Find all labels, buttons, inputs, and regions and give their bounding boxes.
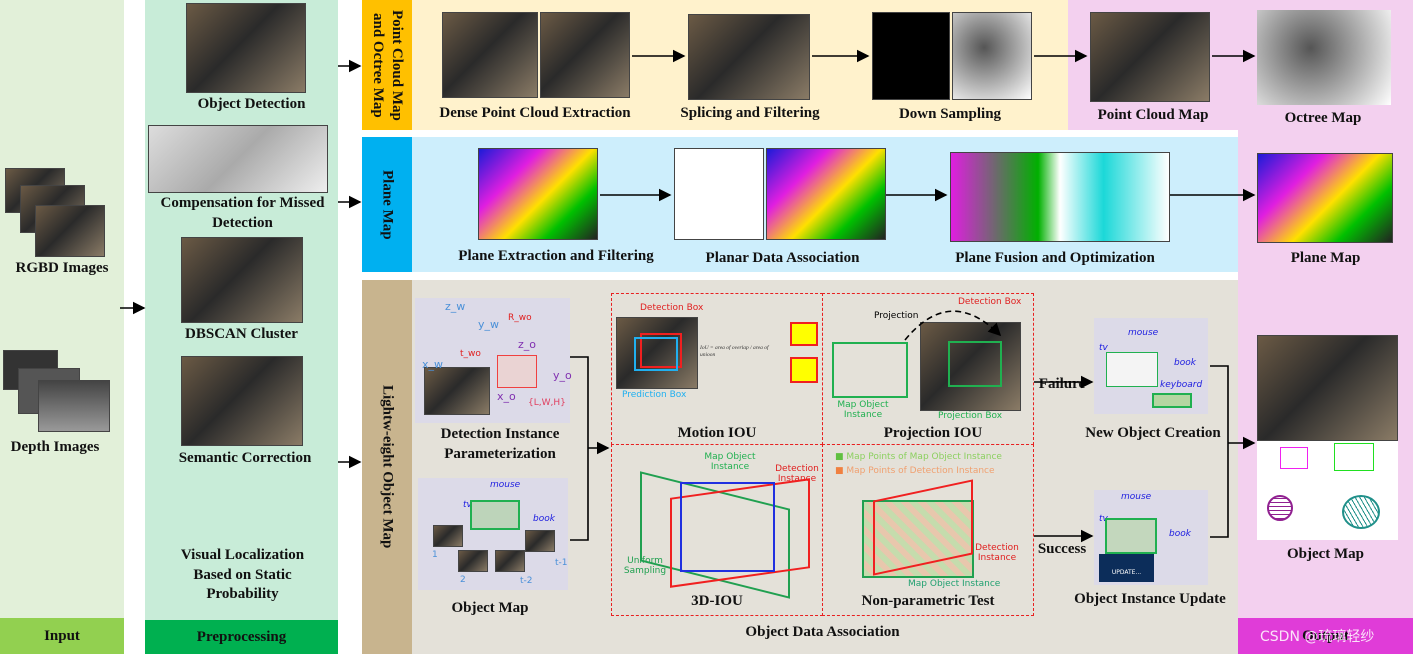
arrow-layer	[120, 49, 1256, 543]
bracket	[1210, 365, 1229, 538]
bracket	[570, 356, 589, 541]
projection-arc	[904, 310, 1002, 341]
